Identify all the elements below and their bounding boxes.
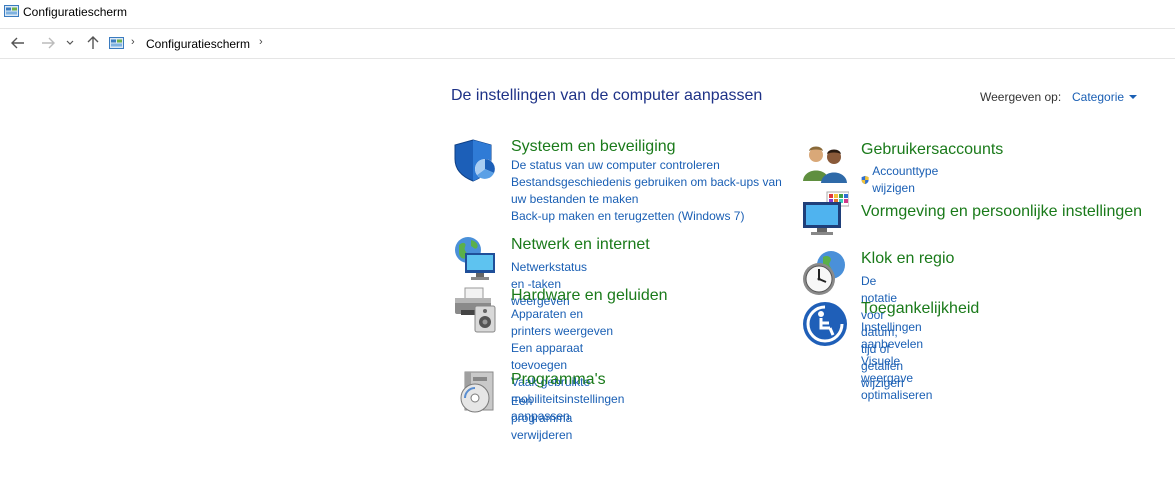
link-uninstall-program[interactable]: Een programma verwijderen <box>511 393 572 444</box>
back-button[interactable] <box>8 33 28 53</box>
link-change-account-type[interactable]: Accounttype wijzigen <box>861 163 943 197</box>
appearance-monitor-icon[interactable] <box>801 190 849 238</box>
user-accounts-icon[interactable] <box>801 137 849 185</box>
up-button[interactable] <box>83 33 103 53</box>
link-recommend-settings[interactable]: Instellingen aanbevelen <box>861 319 932 353</box>
chevron-down-icon <box>66 40 74 45</box>
security-shield-icon[interactable] <box>451 137 499 185</box>
link-optimize-visual-display[interactable]: Visuele weergave optimaliseren <box>861 353 932 404</box>
link-backup-restore-win7[interactable]: Back-up maken en terugzetten (Windows 7) <box>511 208 791 225</box>
breadcrumb-control-panel[interactable]: Configuratiescherm <box>146 37 250 51</box>
clock-globe-icon[interactable] <box>801 249 849 297</box>
page-title: De instellingen van de computer aanpasse… <box>451 87 763 104</box>
navigation-bar: › Configuratiescherm › <box>0 28 1175 59</box>
ease-of-access-icon[interactable] <box>801 300 849 348</box>
category-title-appearance[interactable]: Vormgeving en persoonlijke instellingen <box>861 203 1142 221</box>
recent-locations-button[interactable] <box>62 33 78 53</box>
link-devices-printers[interactable]: Apparaten en printers weergeven <box>511 306 624 340</box>
link-check-computer-status[interactable]: De status van uw computer controleren <box>511 157 791 174</box>
link-file-history-backup[interactable]: Bestandsgeschiedenis gebruiken om back-u… <box>511 174 791 208</box>
category-title-user-accounts[interactable]: Gebruikersaccounts <box>861 141 1003 159</box>
view-by-label: Weergeven op: <box>980 90 1062 104</box>
breadcrumb-separator[interactable]: › <box>131 36 135 48</box>
back-arrow-icon <box>11 37 24 49</box>
up-arrow-icon <box>87 36 99 49</box>
forward-arrow-icon <box>42 37 55 49</box>
window-title: Configuratiescherm <box>23 5 128 19</box>
view-by-dropdown[interactable]: Categorie <box>1072 90 1124 104</box>
category-title-programs[interactable]: Programma's <box>511 371 606 389</box>
breadcrumb-separator[interactable]: › <box>259 36 263 48</box>
link-change-account-type-label[interactable]: Accounttype wijzigen <box>872 163 943 197</box>
category-title-accessibility[interactable]: Toegankelijkheid <box>861 300 979 318</box>
category-title-clock-region[interactable]: Klok en regio <box>861 250 954 268</box>
title-bar: Configuratiescherm <box>0 0 1175 26</box>
link-add-device[interactable]: Een apparaat toevoegen <box>511 340 624 374</box>
control-panel-icon <box>4 5 19 17</box>
control-panel-icon <box>109 37 124 49</box>
forward-button[interactable] <box>38 33 58 53</box>
category-title-network-internet[interactable]: Netwerk en internet <box>511 236 650 254</box>
uac-shield-icon <box>861 175 869 185</box>
category-title-system-security[interactable]: Systeem en beveiliging <box>511 138 676 156</box>
category-title-hardware-sound[interactable]: Hardware en geluiden <box>511 287 668 305</box>
programs-box-icon[interactable] <box>451 368 499 416</box>
network-globe-icon[interactable] <box>451 235 499 283</box>
printer-speaker-icon[interactable] <box>451 286 499 334</box>
dropdown-arrow-icon[interactable] <box>1129 95 1137 99</box>
